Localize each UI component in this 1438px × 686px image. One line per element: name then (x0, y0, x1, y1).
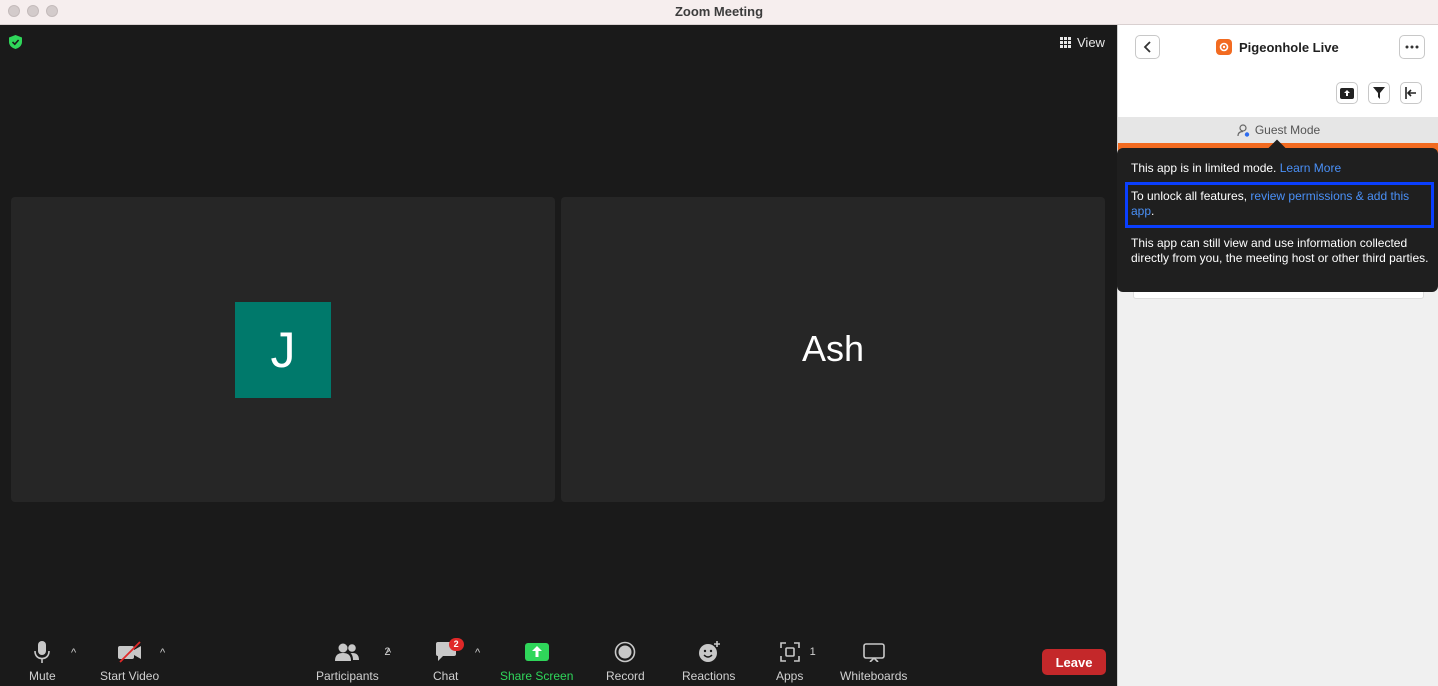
upload-icon (1340, 88, 1354, 99)
data-collection-notice: This app can still view and use informat… (1131, 236, 1429, 265)
reactions-icon (698, 641, 720, 662)
apps-label: Apps (776, 669, 804, 683)
collapse-panel-button[interactable] (1400, 82, 1422, 104)
chat-button[interactable]: 2 Chat (433, 635, 464, 686)
apps-count: 1 (809, 646, 816, 658)
avatar: J (235, 302, 331, 398)
limited-mode-popover: This app is in limited mode. Learn More … (1117, 139, 1438, 292)
participants-button[interactable]: 2 Participants (316, 635, 390, 686)
window-titlebar: Zoom Meeting (0, 0, 1438, 25)
collapse-left-icon (1405, 87, 1416, 99)
guest-mode-bar[interactable]: Guest Mode (1118, 117, 1438, 143)
record-button[interactable]: Record (606, 635, 645, 686)
more-icon (1405, 45, 1419, 49)
meeting-toolbar: Mute ^ Start Video ^ 2 Participants ^ 2 … (0, 635, 1117, 686)
filter-icon (1373, 87, 1385, 99)
participant-name: Ash (801, 328, 865, 369)
unlock-features-highlight: To unlock all features, review permissio… (1125, 182, 1434, 228)
meeting-view: View J Ash (0, 25, 1117, 635)
whiteboard-icon (862, 643, 885, 662)
reactions-label: Reactions (682, 669, 736, 683)
panel-header: Pigeonhole Live (1118, 25, 1438, 117)
window-title: Zoom Meeting (674, 4, 764, 19)
guest-mode-label: Guest Mode (1254, 123, 1321, 137)
chat-options-caret[interactable]: ^ (475, 647, 480, 659)
mute-button[interactable]: Mute (29, 635, 56, 686)
participants-label: Participants (316, 669, 379, 683)
share-screen-button[interactable]: Share Screen (500, 635, 573, 686)
grid-icon (1060, 37, 1071, 48)
participants-options-caret[interactable]: ^ (386, 647, 391, 659)
chevron-left-icon (1143, 41, 1151, 53)
pigeonhole-logo-icon (1216, 39, 1232, 55)
back-button[interactable] (1135, 35, 1160, 59)
reactions-button[interactable]: Reactions (682, 635, 735, 686)
guest-user-icon (1237, 123, 1250, 137)
participant-tile-j[interactable]: J (11, 197, 555, 502)
learn-more-link[interactable]: Learn More (1280, 161, 1341, 175)
participants-icon (335, 643, 360, 661)
start-video-button[interactable]: Start Video (100, 635, 159, 686)
app-title: Pigeonhole Live (1216, 39, 1339, 55)
apps-button[interactable]: 1 Apps (776, 635, 816, 686)
video-off-icon (117, 641, 141, 663)
encryption-shield-icon[interactable] (9, 35, 22, 49)
more-options-button[interactable] (1399, 35, 1425, 59)
record-label: Record (606, 669, 645, 683)
view-label: View (1077, 35, 1105, 50)
upload-button[interactable] (1336, 82, 1358, 104)
apps-icon (779, 642, 800, 662)
video-options-caret[interactable]: ^ (160, 647, 165, 659)
share-screen-label: Share Screen (500, 669, 574, 683)
view-button[interactable]: View (1060, 35, 1105, 50)
record-icon (615, 641, 636, 663)
share-screen-icon (524, 643, 549, 661)
leave-button[interactable]: Leave (1042, 649, 1106, 675)
unlock-suffix: . (1151, 204, 1155, 218)
mute-label: Mute (29, 669, 56, 683)
chat-badge: 2 (448, 638, 464, 651)
limited-mode-text: This app is in limited mode. Learn More (1131, 161, 1341, 176)
whiteboards-label: Whiteboards (840, 669, 908, 683)
chat-label: Chat (433, 669, 459, 683)
filter-button[interactable] (1368, 82, 1390, 104)
app-side-panel: Pigeonhole Live Guest Mode (1117, 25, 1438, 686)
microphone-icon (34, 641, 51, 663)
unlock-prefix: To unlock all features, (1131, 189, 1248, 203)
audio-options-caret[interactable]: ^ (71, 647, 76, 659)
participant-tile-ash[interactable]: Ash (561, 197, 1105, 502)
app-name: Pigeonhole Live (1239, 39, 1339, 55)
start-video-label: Start Video (100, 669, 160, 683)
limited-mode-label: This app is in limited mode. (1131, 161, 1277, 175)
whiteboards-button[interactable]: Whiteboards (840, 635, 907, 686)
